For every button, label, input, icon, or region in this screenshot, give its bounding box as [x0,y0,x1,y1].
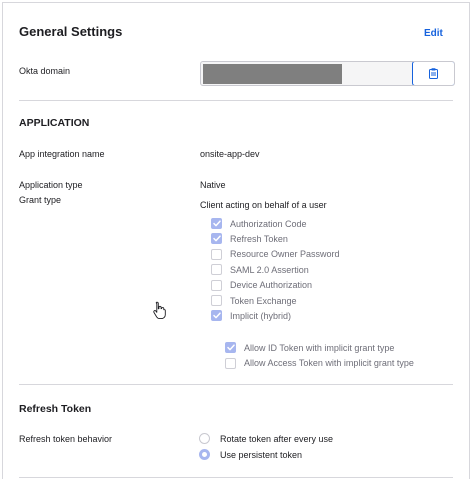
section-title-application: APPLICATION [19,117,90,129]
hand-cursor-icon [153,301,166,319]
refresh-token-behavior-label: Refresh token behavior [19,434,113,444]
general-settings-panel: General Settings Edit Okta domain APPLIC… [2,2,470,479]
refresh-option-label: Rotate token after every use [220,433,334,444]
checkbox-checked-icon[interactable] [211,233,222,245]
grant-option-refresh-token[interactable]: Refresh Token [211,233,288,245]
grant-option-label: Token Exchange [230,295,297,306]
grant-option-label: Implicit (hybrid) [230,310,292,321]
divider [19,477,453,478]
refresh-option-label: Use persistent token [220,449,303,460]
grant-option-authorization-code[interactable]: Authorization Code [211,218,307,229]
checkbox-checked-icon[interactable] [211,310,222,322]
grant-type-subtitle: Client acting on behalf of a user [200,200,327,210]
grant-option-label: Resource Owner Password [230,249,340,260]
grant-type-label: Grant type [19,195,62,205]
grant-option-label: Refresh Token [230,233,288,244]
checkbox-unchecked-icon[interactable] [211,264,222,276]
divider [19,100,453,101]
grant-option-label: Authorization Code [230,218,307,229]
okta-domain-field[interactable] [200,61,455,86]
section-title-refresh-token: Refresh Token [19,403,92,415]
checkbox-checked-icon[interactable] [211,218,222,229]
implicit-option-label: Allow Access Token with implicit grant t… [244,358,414,368]
implicit-option-label: Allow ID Token with implicit grant type [244,342,395,353]
app-integration-name-value: onsite-app-dev [200,149,260,159]
checkbox-unchecked-icon[interactable] [225,357,236,369]
refresh-option-rotate-token-after-every-use[interactable]: Rotate token after every use [199,433,333,444]
grant-option-saml-2-0-assertion[interactable]: SAML 2.0 Assertion [211,264,309,276]
okta-domain-label: Okta domain [19,66,71,76]
grant-option-resource-owner-password[interactable]: Resource Owner Password [211,248,340,260]
app-integration-name-label: App integration name [19,149,105,159]
redacted-domain-value [203,64,342,84]
refresh-option-use-persistent-token[interactable]: Use persistent token [199,449,302,460]
copy-button[interactable] [412,62,454,85]
radio-selected-icon[interactable] [199,449,210,460]
application-type-label: Application type [19,180,83,190]
implicit-option-allow-access-token-with-implicit-grant-type[interactable]: Allow Access Token with implicit grant t… [225,357,414,369]
grant-option-label: SAML 2.0 Assertion [230,264,309,275]
edit-button[interactable]: Edit [424,28,443,39]
grant-option-implicit-hybrid[interactable]: Implicit (hybrid) [211,310,292,322]
page-title: General Settings [19,24,123,39]
checkbox-checked-icon[interactable] [225,342,236,353]
grant-option-label: Device Authorization [230,280,313,291]
grant-option-device-authorization[interactable]: Device Authorization [211,279,313,291]
radio-unselected-icon[interactable] [199,433,210,444]
divider [19,384,453,385]
checkbox-unchecked-icon[interactable] [211,248,222,260]
implicit-option-allow-id-token-with-implicit-grant-type[interactable]: Allow ID Token with implicit grant type [225,342,394,353]
grant-option-token-exchange[interactable]: Token Exchange [211,295,297,306]
checkbox-unchecked-icon[interactable] [211,295,222,306]
clipboard-icon [429,68,438,79]
application-type-value: Native [200,180,226,190]
checkbox-unchecked-icon[interactable] [211,279,222,291]
